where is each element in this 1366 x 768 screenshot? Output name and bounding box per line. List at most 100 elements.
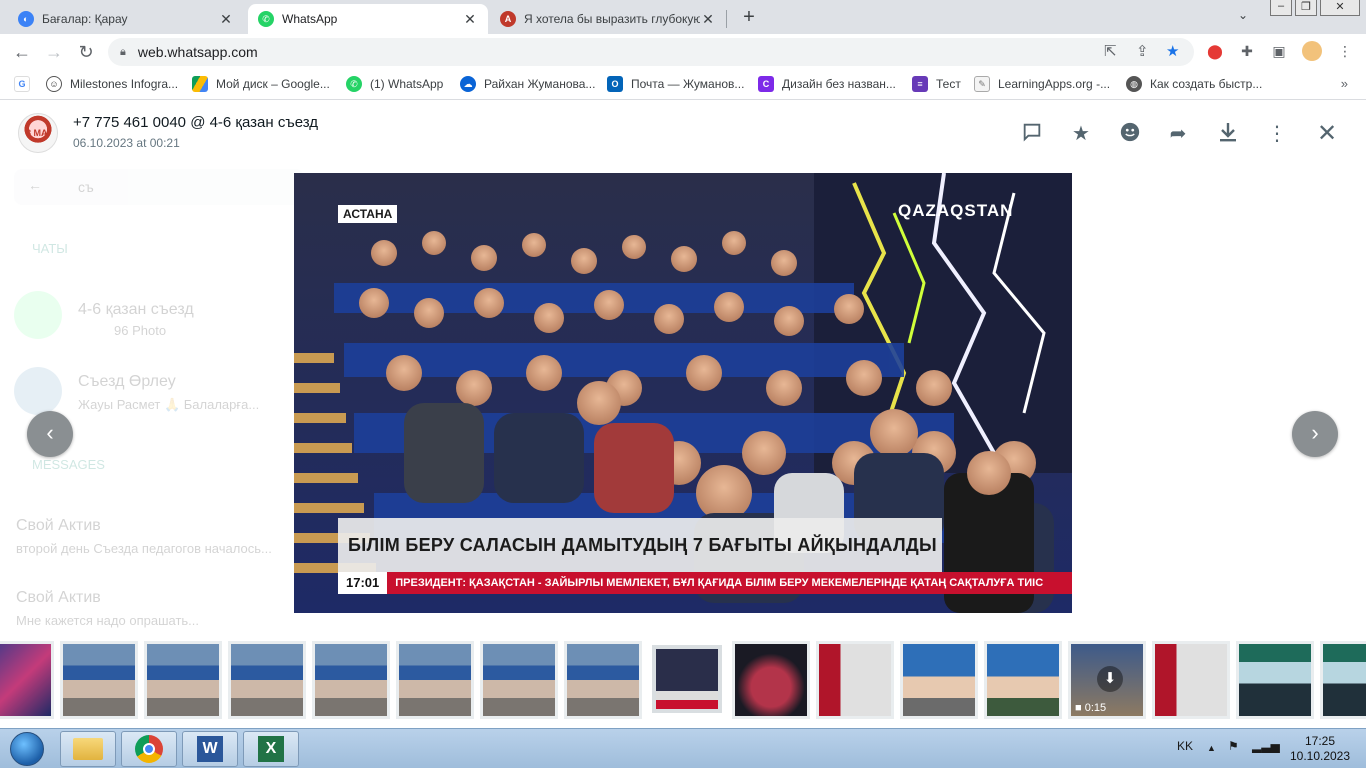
media-thumbnail[interactable] [900,641,978,719]
lock-icon[interactable]: 🔒︎ [120,46,126,59]
media-thumbnail[interactable] [816,641,894,719]
media-thumbnail[interactable] [312,641,390,719]
tab-divider [726,10,727,28]
tab-title: WhatsApp [282,12,338,26]
download-icon[interactable]: ⬇ [1097,666,1123,692]
media-thumbnail[interactable] [480,641,558,719]
search-box [14,169,304,205]
opera-extension-icon[interactable]: ⬤ [1206,42,1224,60]
menu-icon[interactable]: ⋮ [1264,121,1290,147]
download-icon[interactable] [1215,121,1241,147]
media-image: АСТАНА QAZAQSTAN БІЛІМ БЕРУ САЛАСЫН ДАМЫ… [294,173,1072,613]
duration-text: 0:15 [1084,702,1107,714]
chat-preview: 96 Photo [114,323,167,338]
bookmark-learningapps[interactable]: ✎ LearningApps.org -... [974,76,1110,92]
taskbar-chrome[interactable] [121,731,177,767]
media-thumbnail[interactable] [732,641,810,719]
media-viewer: ← съ ЧАТЫ 4-6 қазан съезд 96 Photo Съезд… [0,101,1366,728]
profile-avatar[interactable] [1302,41,1322,61]
language-indicator[interactable]: KK [1177,739,1193,753]
message-preview: Мне кажется надо опрашать... [16,613,200,628]
outlook-icon: O [607,76,623,92]
media-thumbnail[interactable] [144,641,222,719]
bookmark-outlook[interactable]: O Почта — Жуманов... [607,76,744,92]
chrome-icon [135,735,163,763]
taskbar-explorer[interactable] [60,731,116,767]
ticker-text: ПРЕЗИДЕНТ: ҚАЗАҚСТАН - ЗАЙЫРЛЫ МЕМЛЕКЕТ,… [395,577,1044,589]
minimize-icon[interactable]: ‒ [1270,0,1292,16]
city-tag: АСТАНА [338,205,398,223]
tab-title: Бағалар: Қарау [42,12,128,26]
previous-media-button[interactable]: ‹ [27,411,73,457]
media-thumbnail-current[interactable] [652,645,722,713]
sender-title: +7 775 461 0040 @ 4-6 қазан съезд [73,114,319,131]
address-bar[interactable]: 🔒︎ web.whatsapp.com ⇱ ⇪ ★ [108,38,1194,66]
media-thumbnail[interactable] [228,641,306,719]
tab-whatsapp[interactable]: ✆ WhatsApp ✕ [248,4,488,34]
tab-search-icon[interactable]: ⌄ [1238,8,1248,22]
headline-text: БІЛІМ БЕРУ САЛАСЫН ДАМЫТУДЫҢ 7 БАҒЫТЫ АЙ… [348,534,937,555]
whatsapp-icon: ✆ [258,11,274,27]
open-in-new-icon[interactable]: ⇱ [1104,42,1117,60]
sender-avatar[interactable]: 8 MAI [18,113,58,153]
chat-preview: Жауы Расмет 🙏 Балаларға... [78,397,260,412]
close-tab-icon[interactable]: ✕ [462,11,478,28]
more-bookmarks-icon[interactable]: » [1341,76,1348,91]
emoji-icon[interactable] [1117,121,1143,147]
window-close-icon[interactable]: ✕ [1320,0,1360,16]
close-tab-icon[interactable]: ✕ [218,11,234,28]
forward-icon[interactable]: ➦ [1165,121,1191,147]
media-thumbnail[interactable] [1320,641,1366,719]
thumbnail-strip: ⬇ ■ 0:15 [0,635,1366,721]
system-clock[interactable]: 17:25 10.10.2023 [1284,734,1356,764]
start-button[interactable] [2,730,52,768]
bookmark-onedrive[interactable]: ☁ Райхан Жуманова... [460,76,595,92]
media-thumbnail-video[interactable]: ⬇ ■ 0:15 [1068,641,1146,719]
bookmark-test[interactable]: ≡ Тест [912,76,961,92]
bookmark-whatsapp[interactable]: ✆ (1) WhatsApp [346,76,443,92]
media-thumbnail[interactable] [984,641,1062,719]
media-thumbnail[interactable] [564,641,642,719]
taskbar-word[interactable]: W [182,731,238,767]
media-thumbnail[interactable] [1236,641,1314,719]
side-panel-icon[interactable]: ▣ [1270,42,1288,60]
reload-icon[interactable]: ↻ [74,40,98,64]
media-thumbnail[interactable] [0,641,54,719]
chrome-menu-icon[interactable]: ⋮ [1336,42,1354,60]
media-thumbnail[interactable] [1152,641,1230,719]
word-icon: W [197,736,223,762]
cloud-icon: ☁ [460,76,476,92]
media-thumbnail[interactable] [396,641,474,719]
new-tab-icon[interactable]: + [737,6,761,29]
share-icon[interactable]: ⇪ [1136,42,1149,60]
media-thumbnail[interactable] [60,641,138,719]
tab-title: Я хотела бы выразить глубокую [524,12,700,26]
close-tab-icon[interactable]: ✕ [700,11,716,28]
bookmark-label: Как создать быстр... [1150,77,1263,91]
forward-icon[interactable]: → [42,40,66,64]
action-center-icon[interactable]: ⚑ [1228,739,1239,753]
search-text: съ [78,179,94,195]
bookmark-milestones[interactable]: ☺ Milestones Infogra... [46,76,178,92]
tab-grades[interactable]: ◐ Бағалар: Қарау ✕ [8,4,244,34]
tab-message[interactable]: A Я хотела бы выразить глубокую ✕ [490,4,726,34]
go-to-message-icon[interactable] [1019,121,1045,147]
bookmark-howto[interactable]: ◍ Как создать быстр... [1126,76,1262,92]
bookmark-drive[interactable]: Мой диск – Google... [192,76,330,92]
taskbar-excel[interactable]: X [243,731,299,767]
url-text[interactable]: web.whatsapp.com [138,44,258,60]
next-media-button[interactable]: › [1292,411,1338,457]
star-icon[interactable]: ★ [1068,121,1094,147]
bookmark-label: Почта — Жуманов... [631,77,745,91]
bookmark-label: Дизайн без назван... [782,77,896,91]
extensions-icon[interactable]: ✚ [1238,42,1256,60]
back-icon[interactable]: ← [10,40,34,64]
bookmark-canva[interactable]: C Дизайн без назван... [758,76,896,92]
restore-icon[interactable]: ❐ [1295,0,1317,16]
network-icon[interactable]: ▂▃▅ [1252,739,1280,753]
google-bookmark[interactable]: G [14,76,38,92]
close-icon[interactable]: ✕ [1314,121,1340,147]
whatsapp-icon: ✆ [346,76,362,92]
show-hidden-icons[interactable]: ▲ [1207,743,1216,753]
bookmark-star-icon[interactable]: ★ [1166,42,1179,60]
